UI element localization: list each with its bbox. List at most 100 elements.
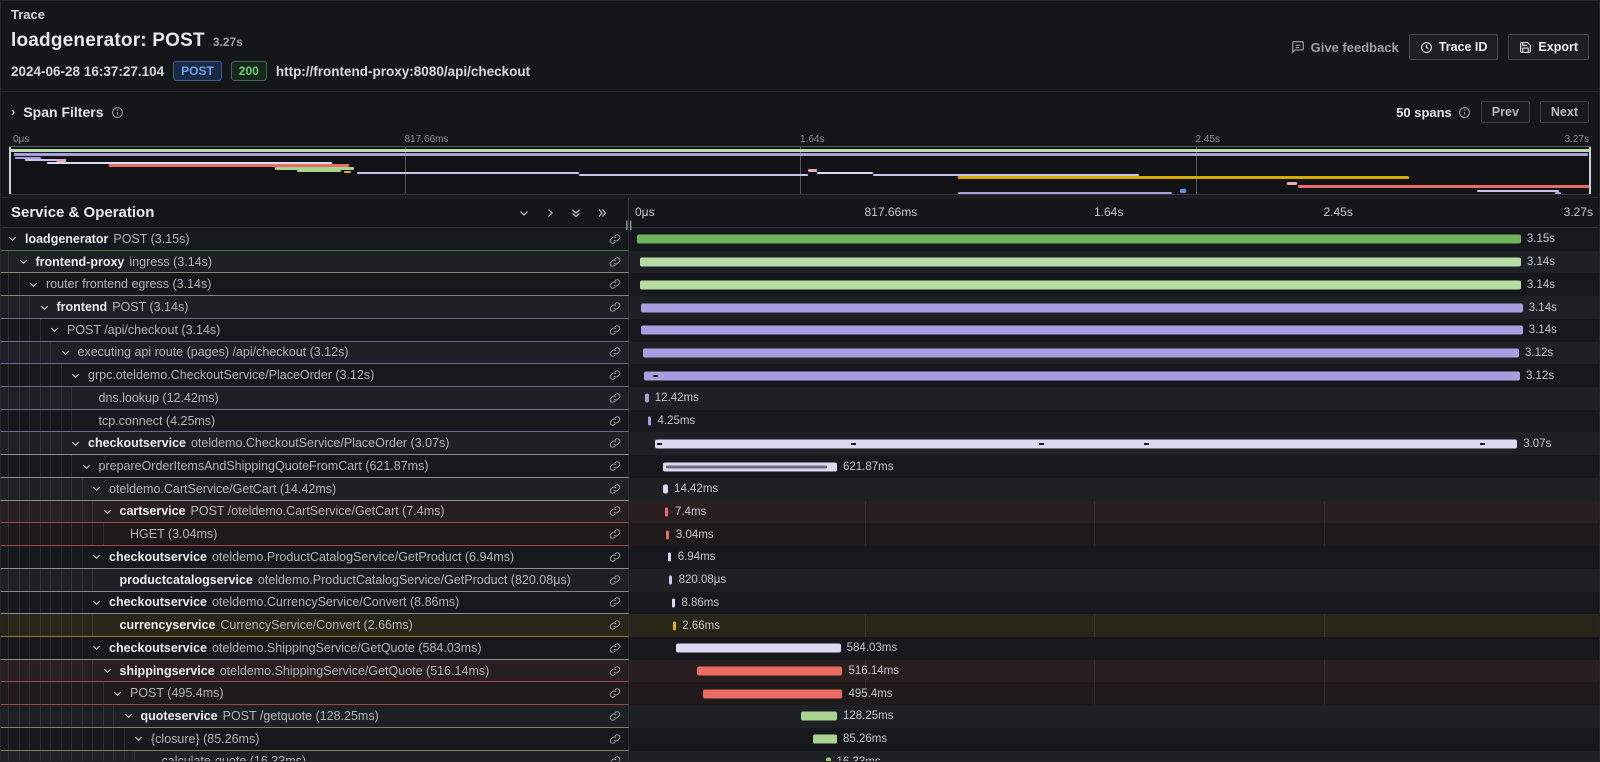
span-bar-cell[interactable]: 621.87ms: [629, 455, 1599, 478]
span-row[interactable]: tcp.connect (4.25ms)4.25ms: [1, 410, 1599, 433]
span-name-cell[interactable]: POST /api/checkout (3.14s): [1, 319, 629, 342]
span-link-icon[interactable]: [609, 619, 621, 631]
trace-id-button[interactable]: Trace ID: [1409, 34, 1499, 60]
span-name-cell[interactable]: router frontend egress (3.14s): [1, 273, 629, 296]
span-duration-bar[interactable]: [676, 644, 840, 653]
span-bar-cell[interactable]: 3.07s: [629, 432, 1599, 455]
span-row[interactable]: currencyserviceCurrencyService/Convert (…: [1, 614, 1599, 637]
span-bar-cell[interactable]: 8.86ms: [629, 592, 1599, 615]
double-chevron-down-icon[interactable]: [570, 207, 582, 219]
span-row[interactable]: prepareOrderItemsAndShippingQuoteFromCar…: [1, 455, 1599, 478]
span-name-cell[interactable]: checkoutserviceoteldemo.CurrencyService/…: [1, 592, 629, 615]
expand-chevron-icon[interactable]: [91, 597, 104, 608]
span-link-icon[interactable]: [609, 665, 621, 677]
span-name-cell[interactable]: frontendPOST (3.14s): [1, 296, 629, 319]
span-name-cell[interactable]: executing api route (pages) /api/checkou…: [1, 342, 629, 365]
span-row[interactable]: frontend-proxyingress (3.14s)3.14s: [1, 251, 1599, 274]
span-row[interactable]: checkoutserviceoteldemo.CheckoutService/…: [1, 432, 1599, 455]
span-link-icon[interactable]: [609, 460, 621, 472]
span-link-icon[interactable]: [609, 687, 621, 699]
span-row[interactable]: router frontend egress (3.14s)3.14s: [1, 273, 1599, 296]
span-link-icon[interactable]: [609, 528, 621, 540]
span-row[interactable]: executing api route (pages) /api/checkou…: [1, 342, 1599, 365]
span-bar-cell[interactable]: 14.42ms: [629, 478, 1599, 501]
span-bar-cell[interactable]: 3.14s: [629, 273, 1599, 296]
span-link-icon[interactable]: [609, 710, 621, 722]
chevron-right-icon[interactable]: [544, 207, 556, 219]
span-bar-cell[interactable]: 3.15s: [629, 228, 1599, 251]
span-duration-bar[interactable]: [663, 485, 668, 494]
span-row[interactable]: checkoutserviceoteldemo.CurrencyService/…: [1, 592, 1599, 615]
expand-chevron-icon[interactable]: [123, 710, 136, 721]
span-row[interactable]: productcatalogserviceoteldemo.ProductCat…: [1, 569, 1599, 592]
span-duration-bar[interactable]: [813, 735, 837, 744]
span-link-icon[interactable]: [609, 324, 621, 336]
span-row[interactable]: {closure} (85.26ms)85.26ms: [1, 728, 1599, 751]
span-link-icon[interactable]: [609, 415, 621, 427]
next-button[interactable]: Next: [1540, 101, 1589, 123]
span-bar-cell[interactable]: 7.4ms: [629, 501, 1599, 524]
span-link-icon[interactable]: [609, 483, 621, 495]
span-row[interactable]: HGET (3.04ms)3.04ms: [1, 523, 1599, 546]
span-link-icon[interactable]: [609, 437, 621, 449]
span-row[interactable]: POST (495.4ms)495.4ms: [1, 682, 1599, 705]
expand-chevron-icon[interactable]: [81, 461, 94, 472]
span-bar-cell[interactable]: 584.03ms: [629, 637, 1599, 660]
span-name-cell[interactable]: oteldemo.CartService/GetCart (14.42ms): [1, 478, 629, 501]
span-bar-cell[interactable]: 6.94ms: [629, 546, 1599, 569]
span-bar-cell[interactable]: 16.33ms: [629, 751, 1599, 761]
span-duration-bar[interactable]: [640, 258, 1521, 267]
span-link-icon[interactable]: [609, 551, 621, 563]
span-name-cell[interactable]: checkoutserviceoteldemo.ProductCatalogSe…: [1, 546, 629, 569]
span-name-cell[interactable]: calculate-quote (16.33ms): [1, 751, 629, 761]
span-duration-bar[interactable]: [640, 280, 1521, 289]
span-bar-cell[interactable]: 3.14s: [629, 319, 1599, 342]
double-chevron-right-icon[interactable]: [596, 207, 608, 219]
span-bar-cell[interactable]: 495.4ms: [629, 682, 1599, 705]
span-name-cell[interactable]: grpc.oteldemo.CheckoutService/PlaceOrder…: [1, 364, 629, 387]
expand-chevron-icon[interactable]: [102, 665, 115, 676]
span-bar-cell[interactable]: 3.04ms: [629, 523, 1599, 546]
span-name-cell[interactable]: currencyserviceCurrencyService/Convert (…: [1, 614, 629, 637]
span-row[interactable]: checkoutserviceoteldemo.ShippingService/…: [1, 637, 1599, 660]
span-row[interactable]: shippingserviceoteldemo.ShippingService/…: [1, 660, 1599, 683]
span-link-icon[interactable]: [609, 642, 621, 654]
span-name-cell[interactable]: checkoutserviceoteldemo.ShippingService/…: [1, 637, 629, 660]
chevron-down-icon[interactable]: [518, 207, 530, 219]
expand-chevron-icon[interactable]: [28, 279, 41, 290]
expand-chevron-icon[interactable]: [91, 551, 104, 562]
span-duration-bar[interactable]: [644, 371, 1520, 380]
span-link-icon[interactable]: [609, 392, 621, 404]
span-duration-bar[interactable]: [645, 394, 649, 403]
span-link-icon[interactable]: [609, 369, 621, 381]
span-name-cell[interactable]: POST (495.4ms): [1, 682, 629, 705]
span-duration-bar[interactable]: [637, 235, 1521, 244]
span-duration-bar[interactable]: [655, 439, 1517, 448]
span-link-icon[interactable]: [609, 733, 621, 745]
span-name-cell[interactable]: dns.lookup (12.42ms): [1, 387, 629, 410]
expand-chevron-icon[interactable]: [49, 324, 62, 335]
span-duration-bar[interactable]: [669, 576, 672, 585]
span-duration-bar[interactable]: [643, 348, 1519, 357]
expand-chevron-icon[interactable]: [91, 642, 104, 653]
panel-resize-handle[interactable]: ||: [625, 220, 633, 231]
expand-chevron-icon[interactable]: [70, 438, 83, 449]
span-duration-bar[interactable]: [666, 530, 669, 539]
span-row[interactable]: loadgeneratorPOST (3.15s)3.15s: [1, 228, 1599, 251]
expand-chevron-icon[interactable]: [91, 483, 104, 494]
expand-chevron-icon[interactable]: [7, 233, 20, 244]
span-duration-bar[interactable]: [826, 757, 831, 761]
span-name-cell[interactable]: checkoutserviceoteldemo.CheckoutService/…: [1, 432, 629, 455]
span-name-cell[interactable]: cartservicePOST /oteldemo.CartService/Ge…: [1, 501, 629, 524]
span-link-icon[interactable]: [609, 278, 621, 290]
span-link-icon[interactable]: [609, 256, 621, 268]
span-duration-bar[interactable]: [641, 326, 1522, 335]
span-row[interactable]: grpc.oteldemo.CheckoutService/PlaceOrder…: [1, 364, 1599, 387]
span-bar-cell[interactable]: 12.42ms: [629, 387, 1599, 410]
span-row[interactable]: quoteservicePOST /getquote (128.25ms)128…: [1, 705, 1599, 728]
span-link-icon[interactable]: [609, 755, 621, 761]
span-bar-cell[interactable]: 4.25ms: [629, 410, 1599, 433]
give-feedback-link[interactable]: Give feedback: [1291, 40, 1399, 55]
viewport-right-handle[interactable]: [1589, 147, 1591, 194]
span-bar-cell[interactable]: 3.12s: [629, 342, 1599, 365]
